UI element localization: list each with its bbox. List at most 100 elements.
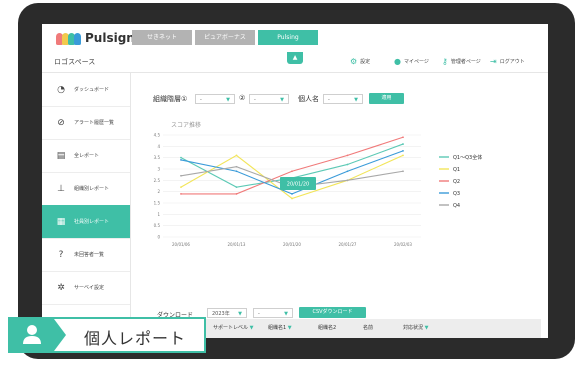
top-bar: Pulsign せきネット ピュアボーナス Pulsing <box>42 24 548 53</box>
sidebar-item-org-reports[interactable]: ⊥ 組織別レポート <box>42 172 130 206</box>
org-level-1-select[interactable]: - ▼ <box>195 94 235 104</box>
data-point <box>180 159 182 161</box>
column-org-2: 組織名2 <box>318 324 336 331</box>
data-point <box>180 156 182 159</box>
data-point <box>346 170 349 173</box>
data-point <box>180 193 182 195</box>
key-icon: ⚷ <box>442 57 448 66</box>
x-tick-label: 20/02/03 <box>394 242 412 247</box>
chevron-down-icon: ▼ <box>238 311 242 317</box>
download-year-value: 2023年 <box>212 311 230 317</box>
sidebar-item-label: サーベイ設定 <box>74 285 105 291</box>
sidebar-item-dashboard[interactable]: ◔ ダッシュボード <box>42 73 130 107</box>
sidebar: ◔ ダッシュボード ⊘ アラート履歴一覧 ▤ 全レポート ⊥ 組織別レポート ▦… <box>42 73 131 338</box>
tab-sekinet[interactable]: せきネット <box>132 30 192 45</box>
y-tick-label: 0.5 <box>154 223 161 228</box>
legend-label: Q3 <box>453 191 460 197</box>
org-level-1-label: 組織階層① <box>153 95 188 103</box>
sidebar-item-label: 全レポート <box>74 153 100 159</box>
sidebar-item-person-reports[interactable]: ▦ 社員別レポート <box>42 205 130 239</box>
column-name: 名前 <box>363 324 373 331</box>
settings-icon: ✲ <box>57 282 65 293</box>
legend-label: Q4 <box>453 203 460 209</box>
tab-pure-bonus[interactable]: ピュアボーナス <box>195 30 255 45</box>
question-icon: ? <box>58 249 64 260</box>
csv-download-button[interactable]: CSVダウンロード <box>299 307 366 318</box>
y-tick-label: 4.5 <box>154 133 161 138</box>
column-status[interactable]: 対応状況 ▼ <box>403 324 428 331</box>
data-point <box>346 154 349 157</box>
data-point <box>180 186 182 189</box>
alert-icon: ⊘ <box>57 117 65 128</box>
data-point <box>235 186 238 189</box>
chart-tooltip-label: 20/01/20 <box>287 182 309 188</box>
gear-icon: ⚙ <box>350 57 358 66</box>
org-icon: ⊥ <box>57 183 65 194</box>
chevron-down-icon: ▼ <box>424 325 429 331</box>
person-report-icon: ▦ <box>56 216 66 227</box>
person-icon <box>23 325 41 344</box>
logo-mark-icon <box>56 30 82 46</box>
sidebar-item-label: アラート履歴一覧 <box>74 120 115 126</box>
data-point <box>346 163 349 166</box>
badge-label: 個人レポート <box>84 329 187 348</box>
data-point <box>180 174 182 177</box>
column-org-1[interactable]: 組織名1 ▼ <box>268 324 292 331</box>
dashboard-icon: ◔ <box>57 84 65 95</box>
chevron-down-icon: ▼ <box>280 97 284 103</box>
org-level-2-label: ② <box>239 94 246 102</box>
x-tick-label: 20/01/13 <box>228 242 246 247</box>
nav-logout-label: ログアウト <box>499 59 525 65</box>
column-support-level[interactable]: サポートレベル ▼ <box>213 324 253 331</box>
download-month-value: - <box>258 311 260 317</box>
data-point <box>291 193 293 195</box>
nav-logout[interactable]: ⇥ ログアウト <box>490 57 525 66</box>
logo: Pulsign <box>56 30 135 46</box>
data-point <box>235 154 238 157</box>
sidebar-item-unanswered[interactable]: ? 未回答者一覧 <box>42 238 130 272</box>
y-tick-label: 3 <box>157 167 160 172</box>
brand-name: Pulsign <box>85 31 135 45</box>
data-point <box>402 143 404 145</box>
data-point <box>402 154 404 157</box>
org-level-2-select[interactable]: - ▼ <box>249 94 289 104</box>
sidebar-item-all-reports[interactable]: ▤ 全レポート <box>42 139 130 173</box>
sidebar-item-alerts[interactable]: ⊘ アラート履歴一覧 <box>42 106 130 140</box>
sidebar-item-survey-settings[interactable]: ✲ サーベイ設定 <box>42 271 130 305</box>
sidebar-item-label: 社員別レポート <box>74 219 110 225</box>
data-point <box>235 165 238 168</box>
person-name-select[interactable]: - ▼ <box>323 94 363 104</box>
legend-label: Q1〜Q3全体 <box>453 154 482 161</box>
chevron-down-icon: ▼ <box>354 97 358 103</box>
apply-button[interactable]: 適用 <box>369 93 404 104</box>
y-tick-label: 2 <box>157 189 160 194</box>
column-label: 対応状況 <box>403 325 424 331</box>
x-tick-label: 20/01/27 <box>339 242 357 247</box>
nav-settings[interactable]: ⚙ 設定 <box>350 57 370 66</box>
legend-label: Q2 <box>453 179 460 185</box>
download-year-select[interactable]: 2023年 ▼ <box>207 308 247 318</box>
logout-icon: ⇥ <box>490 57 497 66</box>
data-point <box>402 136 404 139</box>
y-tick-label: 0 <box>157 235 160 240</box>
x-tick-label: 20/01/20 <box>283 242 301 247</box>
y-tick-label: 2.5 <box>154 178 161 183</box>
document-icon: ▤ <box>56 150 66 161</box>
collapse-toggle-button[interactable]: ▲ <box>287 52 303 64</box>
data-point <box>235 193 238 195</box>
chevron-down-icon: ▼ <box>287 325 292 331</box>
data-point <box>291 197 293 200</box>
org-level-2-value: - <box>254 97 256 103</box>
download-month-select[interactable]: - ▼ <box>253 308 293 318</box>
column-label: 組織名2 <box>318 325 337 331</box>
chevron-down-icon: ▼ <box>284 311 288 317</box>
nav-admin[interactable]: ⚷ 管理者ページ <box>442 57 481 66</box>
y-tick-label: 1.5 <box>154 201 161 206</box>
nav-mypage[interactable]: ● マイページ <box>394 57 429 66</box>
data-point <box>346 179 349 182</box>
legend-label: Q1 <box>453 167 460 173</box>
tab-pulsing[interactable]: Pulsing <box>258 30 318 45</box>
chevron-down-icon: ▼ <box>226 97 230 103</box>
org-level-1-value: - <box>200 97 202 103</box>
chevron-up-icon: ▲ <box>292 54 298 61</box>
